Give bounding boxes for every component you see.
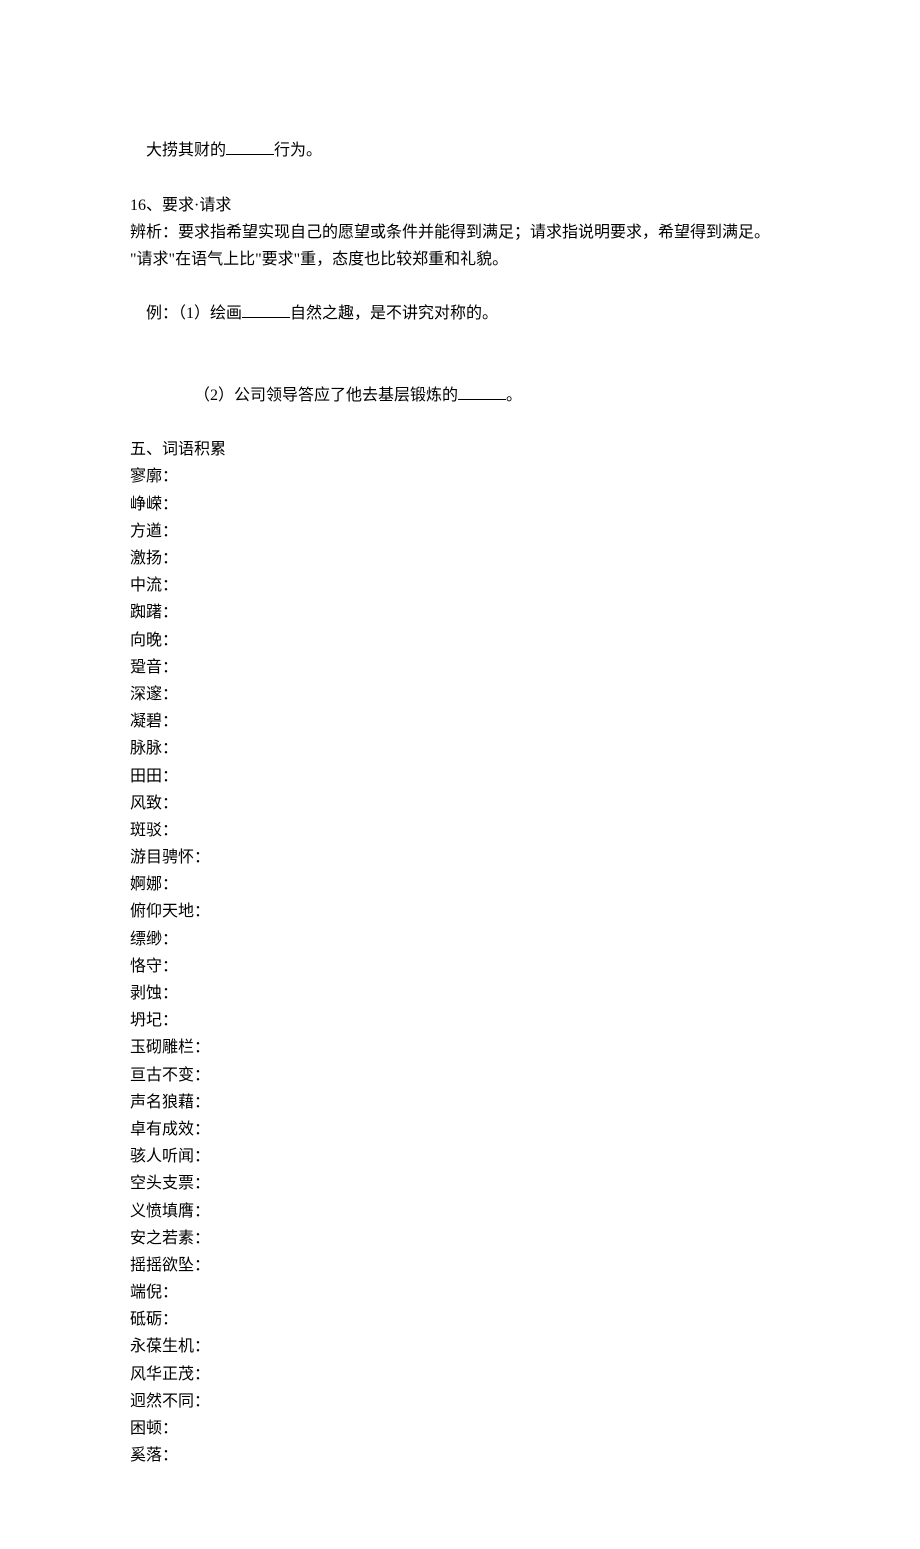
vocab-item: 峥嵘： xyxy=(130,491,790,518)
item-heading: 16、要求·请求 xyxy=(130,192,790,219)
vocab-item: 骇人听闻： xyxy=(130,1143,790,1170)
vocab-item: 坍圮： xyxy=(130,1007,790,1034)
vocab-item: 中流： xyxy=(130,572,790,599)
vocab-item: 向晚： xyxy=(130,627,790,654)
vocab-item: 剥蚀： xyxy=(130,980,790,1007)
fill-blank[interactable] xyxy=(226,138,274,155)
text-fragment: 例：（1）绘画 xyxy=(146,305,242,322)
vocab-item: 缥缈： xyxy=(130,926,790,953)
vocab-item: 空头支票： xyxy=(130,1170,790,1197)
vocab-item: 激扬： xyxy=(130,545,790,572)
vocab-item: 脉脉： xyxy=(130,735,790,762)
example-line: 例：（1）绘画 自然之趣，是不讲究对称的。 xyxy=(130,273,790,355)
vocab-item: 安之若素： xyxy=(130,1225,790,1252)
section-heading: 五、词语积累 xyxy=(130,436,790,463)
vocab-item: 恪守： xyxy=(130,953,790,980)
vocab-item: 方遒： xyxy=(130,518,790,545)
vocab-item: 端倪： xyxy=(130,1279,790,1306)
vocab-item: 卓有成效： xyxy=(130,1116,790,1143)
vocab-item: 深邃： xyxy=(130,681,790,708)
vocab-item: 风华正茂： xyxy=(130,1361,790,1388)
vocab-item: 游目骋怀： xyxy=(130,844,790,871)
vocab-item: 玉砌雕栏： xyxy=(130,1034,790,1061)
vocab-item: 摇摇欲坠： xyxy=(130,1252,790,1279)
vocab-list: 寥廓：峥嵘：方遒：激扬：中流：踟躇：向晚：跫音：深邃：凝碧：脉脉：田田：风致：斑… xyxy=(130,463,790,1469)
document-page: 大捞其财的 行为。 16、要求·请求 辨析：要求指希望实现自己的愿望或条件并能得到… xyxy=(0,0,920,1549)
vocab-item: 寥廓： xyxy=(130,463,790,490)
vocab-item: 踟躇： xyxy=(130,599,790,626)
vocab-item: 跫音： xyxy=(130,654,790,681)
vocab-item: 砥砺： xyxy=(130,1306,790,1333)
vocab-item: 俯仰天地： xyxy=(130,898,790,925)
vocab-item: 义愤填膺： xyxy=(130,1198,790,1225)
vocab-item: 永葆生机： xyxy=(130,1333,790,1360)
vocab-item: 斑驳： xyxy=(130,817,790,844)
fill-blank[interactable] xyxy=(242,301,290,318)
fill-blank[interactable] xyxy=(458,383,506,400)
paragraph-line: 辨析：要求指希望实现自己的愿望或条件并能得到满足；请求指说明要求，希望得到满足。 xyxy=(130,219,790,246)
text-fragment: 行为。 xyxy=(274,142,322,159)
vocab-item: 凝碧： xyxy=(130,708,790,735)
text-fragment: 。 xyxy=(506,387,522,404)
text-fragment: 大捞其财的 xyxy=(146,142,226,159)
vocab-item: 风致： xyxy=(130,790,790,817)
paragraph-line: 大捞其财的 行为。 xyxy=(130,110,790,192)
vocab-item: 困顿： xyxy=(130,1415,790,1442)
text-fragment: （2）公司领导答应了他去基层锻炼的 xyxy=(194,387,458,404)
vocab-item: 声名狼藉： xyxy=(130,1089,790,1116)
vocab-item: 奚落： xyxy=(130,1442,790,1469)
example-line: （2）公司领导答应了他去基层锻炼的 。 xyxy=(130,355,790,437)
vocab-item: 田田： xyxy=(130,763,790,790)
vocab-item: 亘古不变： xyxy=(130,1062,790,1089)
paragraph-line: "请求"在语气上比"要求"重，态度也比较郑重和礼貌。 xyxy=(130,246,790,273)
text-fragment: 自然之趣，是不讲究对称的。 xyxy=(290,305,498,322)
vocab-item: 迥然不同： xyxy=(130,1388,790,1415)
vocab-item: 婀娜： xyxy=(130,871,790,898)
